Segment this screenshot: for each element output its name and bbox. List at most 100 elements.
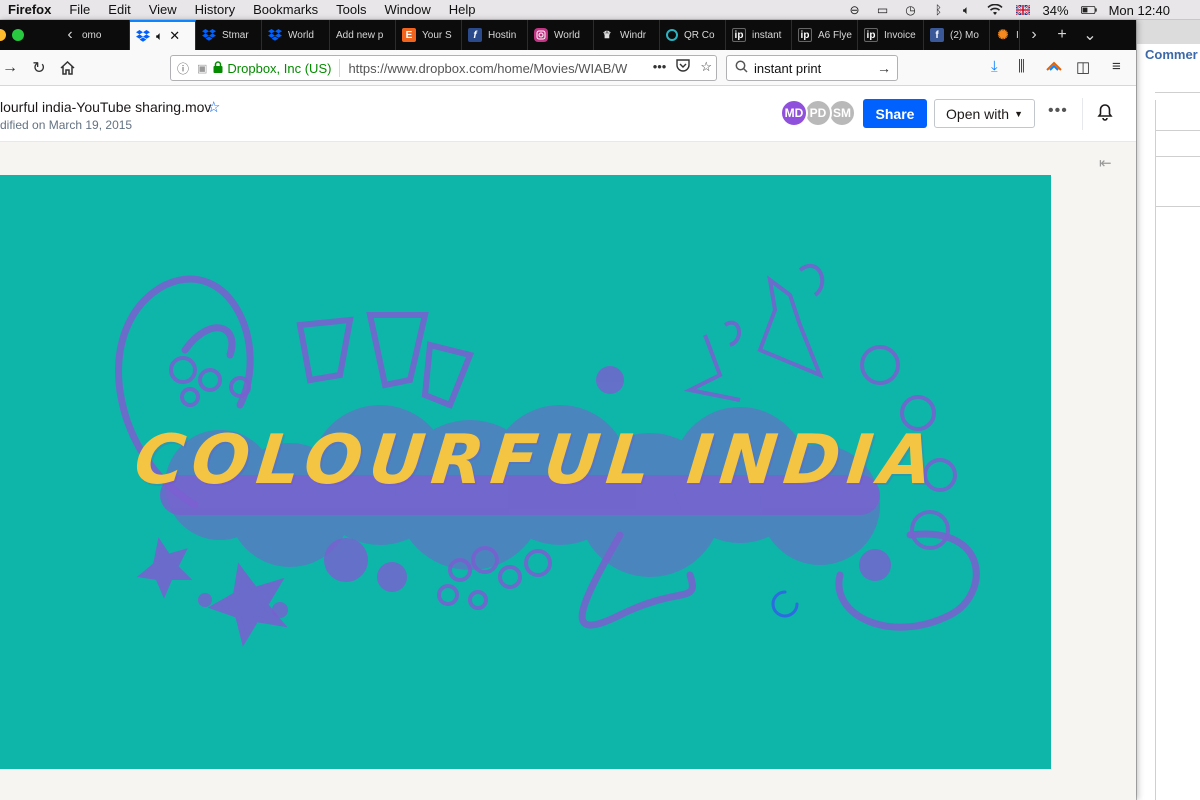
pocket-icon[interactable] [676, 59, 691, 75]
search-go-icon[interactable]: → [877, 60, 891, 76]
airplay-icon[interactable]: ▭ [875, 3, 891, 17]
dropbox-icon [202, 28, 216, 42]
menu-window[interactable]: Window [376, 0, 440, 20]
firefox-window: ‹ omo 🔈︎ ✕ Stmar World Add new p E Your … [0, 20, 1136, 800]
tab[interactable]: World [528, 20, 594, 50]
menu-bookmarks[interactable]: Bookmarks [244, 0, 327, 20]
crown-icon: ♛ [602, 29, 612, 41]
speaker-icon[interactable]: 🔈︎ [156, 29, 163, 44]
tab[interactable]: f Hostin [462, 20, 528, 50]
url-bar[interactable]: ⓘ ▣ Dropbox, Inc (US) https://www.dropbo… [170, 55, 717, 81]
tab-list-icon[interactable]: ⌄ [1076, 20, 1104, 50]
avatar-sm[interactable]: SM [828, 99, 856, 127]
menu-file[interactable]: File [60, 0, 99, 20]
hamburger-menu-icon[interactable]: ≡ [1112, 58, 1121, 75]
uk-flag-icon[interactable] [1015, 3, 1031, 17]
divider [1155, 130, 1200, 131]
tab[interactable]: ip A6 Flye [792, 20, 858, 50]
site-identity-label: Dropbox, Inc (US) [227, 60, 332, 76]
open-with-button[interactable]: Open with ▼ [934, 99, 1035, 128]
collapse-sidebar-icon[interactable]: ⇤ [1099, 154, 1112, 172]
tab-strip: ‹ omo 🔈︎ ✕ Stmar World Add new p E Your … [0, 20, 1136, 50]
tab-scroll-right-icon[interactable]: › [1020, 20, 1048, 50]
gear-icon: ✺ [997, 27, 1009, 42]
minimize-button[interactable] [0, 29, 6, 41]
avatar-pd[interactable]: PD [804, 99, 832, 127]
tab-label: omo [82, 29, 102, 41]
url-text[interactable]: https://www.dropbox.com/home/Movies/WIAB… [340, 61, 630, 76]
battery-percent[interactable]: 34% [1043, 3, 1069, 18]
tab-label: Windr [620, 29, 647, 41]
menu-app-firefox[interactable]: Firefox [0, 0, 60, 20]
modified-date: dified on March 19, 2015 [0, 118, 133, 132]
tab-label: (2) Mo [950, 29, 979, 41]
time-machine-icon[interactable]: ◷ [903, 3, 919, 17]
tab[interactable]: ip Invoice [858, 20, 924, 50]
battery-icon[interactable] [1080, 3, 1097, 17]
bookmark-star-icon[interactable]: ☆ [700, 59, 712, 75]
search-icon [735, 60, 748, 76]
lock-icon [213, 60, 223, 76]
menu-edit[interactable]: Edit [99, 0, 139, 20]
tab[interactable]: ♛ Windr [594, 20, 660, 50]
star-icon[interactable]: ☆ [207, 98, 220, 116]
menu-tools[interactable]: Tools [327, 0, 375, 20]
library-icon[interactable]: ⫼ [1018, 58, 1025, 75]
wifi-icon[interactable] [986, 3, 1003, 17]
new-tab-icon[interactable]: + [1048, 20, 1076, 50]
dropbox-icon [136, 29, 150, 43]
tab[interactable]: ✺ I [990, 20, 1020, 50]
navigation-bar: → ↻ ⓘ ▣ Dropbox, Inc (US) https://www.dr… [0, 50, 1136, 86]
tab[interactable]: World [262, 20, 330, 50]
open-with-label: Open with [946, 105, 1010, 122]
dropbox-file-header: lourful india-YouTube sharing.mov ☆ difi… [0, 86, 1136, 142]
tab-active[interactable]: 🔈︎ ✕ [130, 20, 196, 50]
search-bar[interactable]: instant print → [726, 55, 898, 81]
instagram-icon [534, 28, 548, 42]
share-button[interactable]: Share [863, 99, 927, 128]
ip-icon: ip [732, 28, 746, 42]
divider [1082, 98, 1083, 130]
notifications-bell-icon[interactable] [1094, 100, 1118, 124]
more-options-icon[interactable]: ••• [1048, 102, 1068, 120]
dropbox-icon [268, 28, 282, 42]
sidebar-icon[interactable]: ◫ [1076, 58, 1090, 76]
tab-label: Your S [422, 29, 452, 41]
zoom-button[interactable] [12, 29, 24, 41]
search-input[interactable]: instant print [754, 61, 877, 76]
video-player[interactable]: COLOURFUL INDIA [0, 175, 1051, 769]
info-icon[interactable]: ⓘ [177, 60, 197, 77]
tab[interactable]: ip instant [726, 20, 792, 50]
divider [1155, 206, 1200, 207]
close-tab-icon[interactable]: ✕ [169, 28, 180, 44]
home-icon[interactable] [57, 58, 77, 78]
sync-icon[interactable] [1046, 58, 1062, 75]
background-window[interactable]: Commer [1136, 20, 1200, 800]
tab[interactable]: QR Co [660, 20, 726, 50]
tab-label: World [288, 29, 314, 41]
page-actions-icon[interactable]: ••• [653, 59, 667, 75]
tab[interactable]: E Your S [396, 20, 462, 50]
window-controls [0, 20, 56, 50]
tab[interactable]: f (2) Mo [924, 20, 990, 50]
tab-label: Stmar [222, 29, 249, 41]
menu-history[interactable]: History [186, 0, 244, 20]
menu-help[interactable]: Help [440, 0, 485, 20]
forward-icon[interactable]: → [0, 58, 20, 78]
divider [1155, 100, 1156, 800]
tab[interactable]: Add new p [330, 20, 396, 50]
site-identity[interactable]: Dropbox, Inc (US) [213, 59, 341, 77]
loading-spinner-icon [770, 589, 800, 619]
reload-icon[interactable]: ↻ [29, 58, 49, 78]
volume-icon[interactable]: 🔈︎ [959, 3, 975, 17]
tab-label: Add new p [336, 29, 384, 41]
tab[interactable]: Stmar [196, 20, 262, 50]
clock[interactable]: Mon 12:40 [1109, 3, 1170, 18]
permissions-icon[interactable]: ▣ [197, 62, 207, 75]
avatar-md[interactable]: MD [780, 99, 808, 127]
bluetooth-icon[interactable]: ᛒ [931, 3, 947, 17]
do-not-disturb-icon[interactable]: ⊖ [847, 3, 863, 17]
downloads-icon[interactable]: ⤓ [991, 58, 998, 75]
tab[interactable]: omo [76, 20, 130, 50]
menu-view[interactable]: View [140, 0, 186, 20]
